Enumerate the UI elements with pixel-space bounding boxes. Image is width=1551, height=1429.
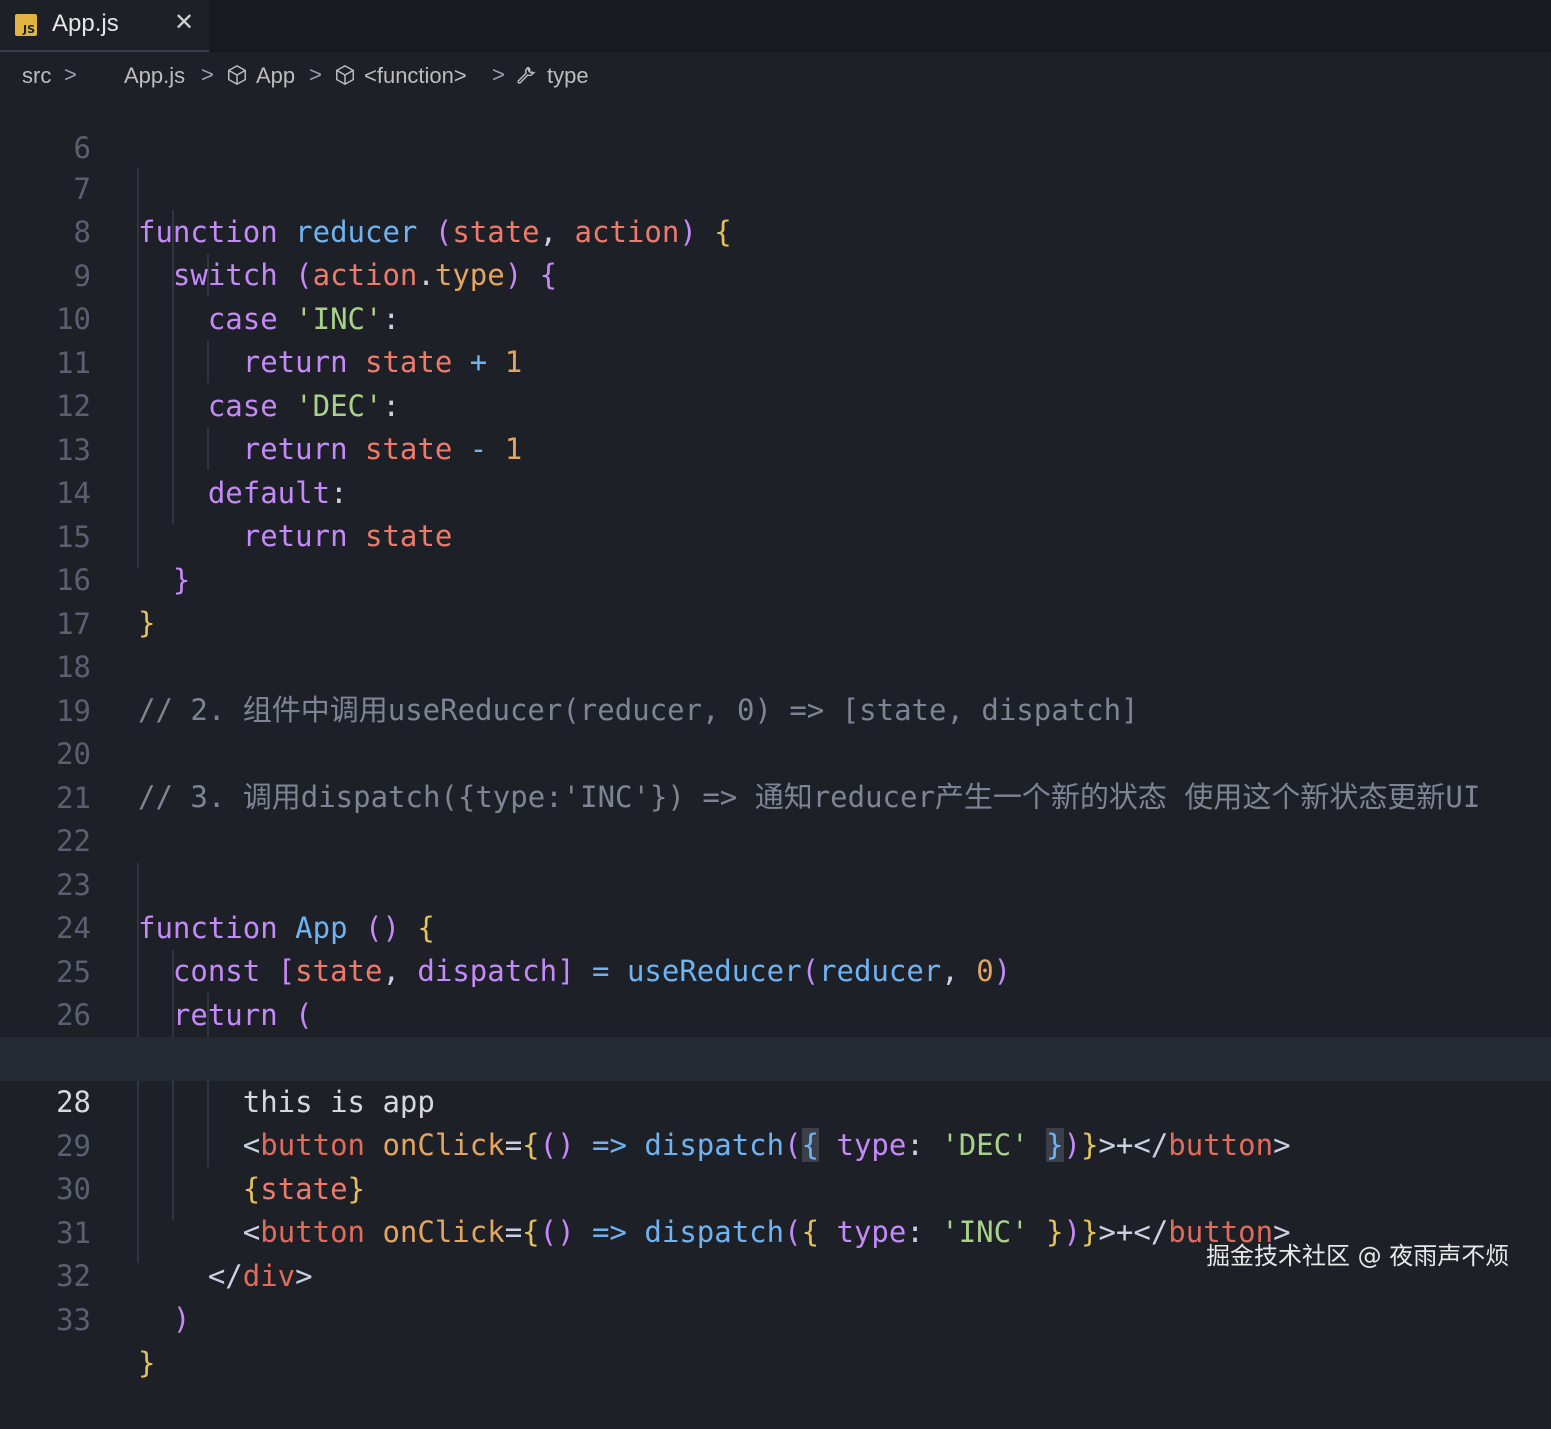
code-line-19: 19 (0, 646, 1551, 728)
code-line-30: 30 <button onClick={() => dispatch({ typ… (0, 1124, 1551, 1250)
code-line-14: 14 return state (0, 428, 1551, 554)
code-line-28-current: 28 <button onClick={() => dispatch({ typ… (0, 1037, 1551, 1162)
code-line-16: 16 } (0, 515, 1551, 641)
code-line-21: 21 (0, 733, 1551, 815)
code-line-26: 26 <div className="App"> (0, 950, 1551, 1076)
code-line-25: 25 return ( (0, 907, 1551, 1033)
code-line-9: 9 case 'INC': (0, 211, 1551, 337)
code-line-6: 6 (0, 83, 1551, 165)
code-line-17: 17 (0, 559, 1551, 641)
editor-tab-app-js[interactable]: JS App.js ✕ (0, 0, 209, 52)
code-line-24: 24 const [state, dispatch] = useReducer(… (0, 863, 1551, 989)
code-line-31: 31 </div> (0, 1168, 1551, 1294)
code-line-12: 12 return state - 1 (0, 341, 1551, 467)
code-line-15: 15 } (0, 472, 1551, 598)
close-icon[interactable]: ✕ (172, 8, 196, 36)
code-line-11: 11 case 'DEC': (0, 298, 1551, 424)
line-number: 33 (56, 1302, 91, 1337)
code-line-20: 20 // 3. 调用dispatch({type:'INC'}) => 通知r… (0, 689, 1551, 815)
code-line-29: 29 {state} (0, 1081, 1551, 1207)
code-line-22: 22 (0, 776, 1551, 858)
code-line-23: 23 function App () { (0, 820, 1551, 946)
code-line-8: 8 switch (action.type) { (0, 167, 1551, 293)
code-editor[interactable]: 6 7 function reducer (state, action) { 8… (0, 96, 1551, 1380)
tab-title: App.js (52, 10, 119, 37)
code-line-13: 13 default: (0, 385, 1551, 511)
code-line-7: 7 function reducer (state, action) { (0, 124, 1551, 250)
code-line-27: 27 this is app (0, 994, 1551, 1120)
watermark: 掘金技术社区 @ 夜雨声不烦 (1206, 1242, 1510, 1270)
tab-bar: JS App.js ✕ (0, 0, 1551, 52)
code-line-10: 10 return state + 1 (0, 254, 1551, 380)
js-file-icon: JS (15, 14, 37, 36)
code-line-18: 18 // 2. 组件中调用useReducer(reducer, 0) => … (0, 602, 1551, 728)
